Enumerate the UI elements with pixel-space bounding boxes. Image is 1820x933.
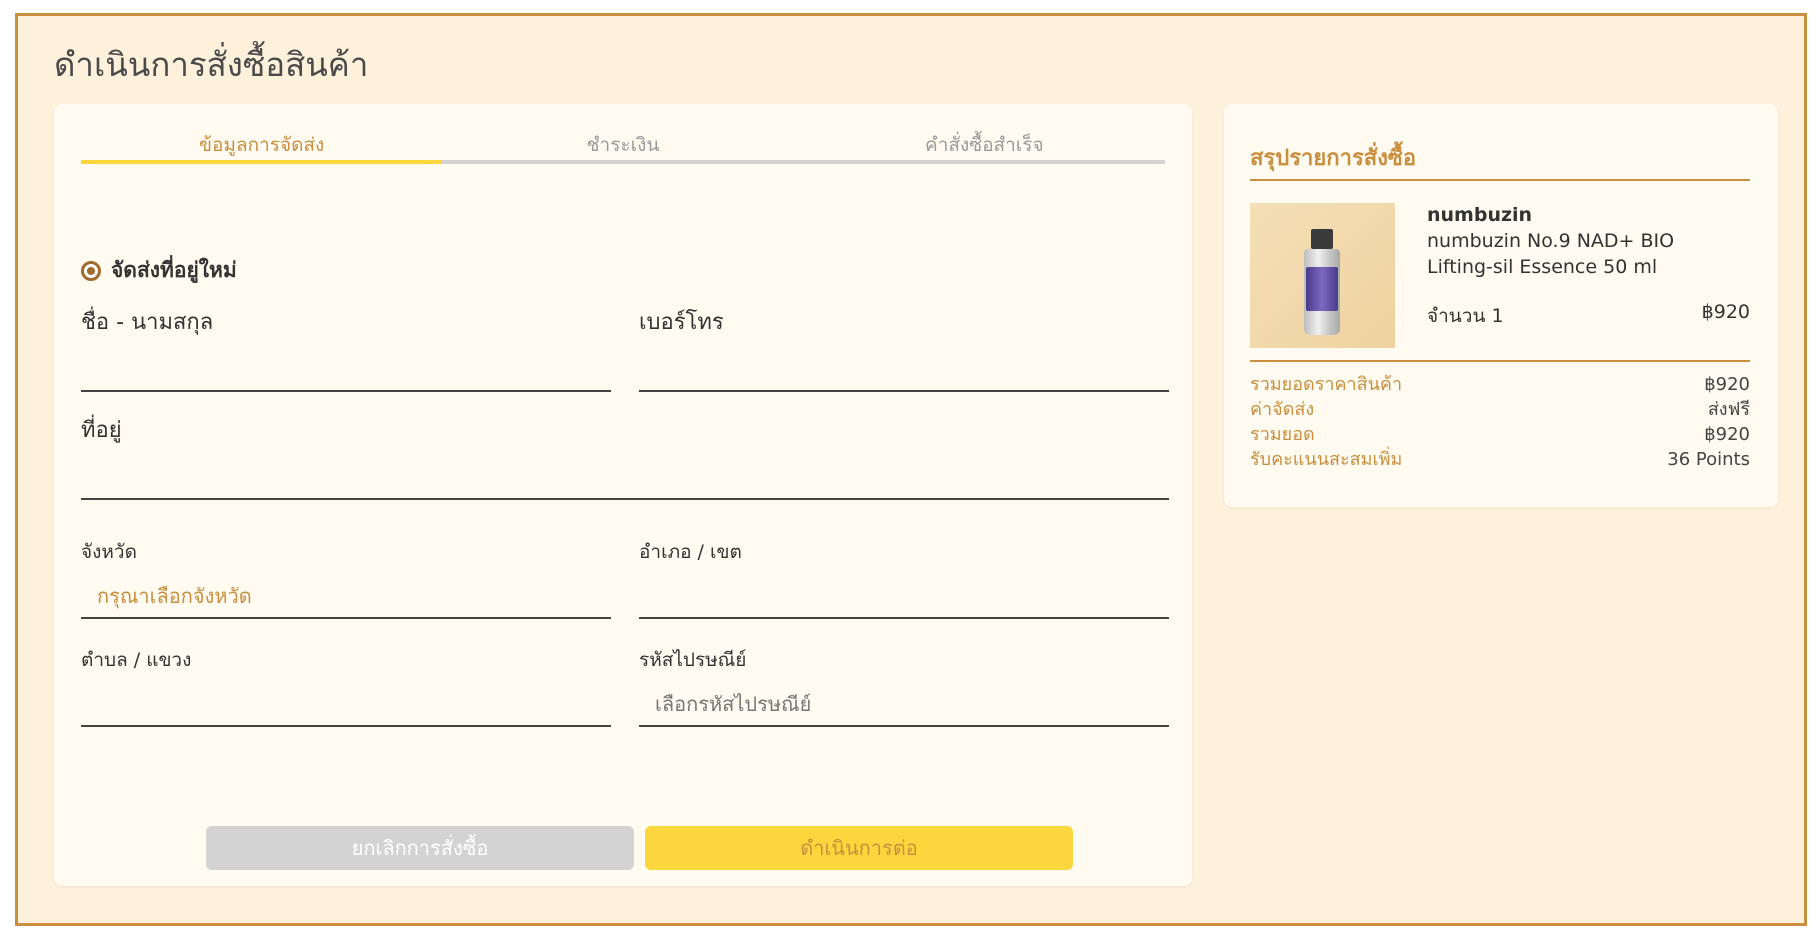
step-progress-bar (81, 160, 443, 164)
total-row-grand-total: รวมยอด ฿920 (1250, 422, 1750, 447)
checkout-steps: ข้อมูลการจัดส่ง ชำระเงิน คำสั่งซื้อสำเร็… (81, 124, 1165, 164)
new-address-label: จัดส่งที่อยู่ใหม่ (111, 258, 237, 282)
summary-title: สรุปรายการสั่งซื้อ (1250, 146, 1417, 171)
total-label: รวมยอดราคาสินค้า (1250, 374, 1403, 395)
name-field-group: ชื่อ - นามสกุล (81, 304, 611, 394)
total-label: ค่าจัดส่ง (1250, 399, 1315, 420)
summary-divider (1250, 179, 1750, 181)
total-row-points: รับคะแนนสะสมเพิ่ม 36 Points (1250, 447, 1750, 472)
total-value: 36 Points (1667, 449, 1750, 470)
total-row-shipping: ค่าจัดส่ง ส่งฟรี (1250, 397, 1750, 422)
phone-field-group: เบอร์โทร (639, 304, 1169, 394)
step-progress-bar (803, 160, 1165, 164)
new-address-option[interactable]: จัดส่งที่อยู่ใหม่ (81, 254, 237, 287)
step-payment[interactable]: ชำระเงิน (442, 124, 804, 164)
name-input[interactable] (81, 348, 611, 392)
step-label: คำสั่งซื้อสำเร็จ (924, 134, 1044, 156)
order-totals: รวมยอดราคาสินค้า ฿920 ค่าจัดส่ง ส่งฟรี ร… (1250, 372, 1750, 472)
product-price: ฿920 (1701, 301, 1750, 323)
step-complete[interactable]: คำสั่งซื้อสำเร็จ (803, 124, 1165, 164)
order-summary-card: สรุปรายการสั่งซื้อ numbuzin numbuzin No.… (1224, 104, 1778, 507)
province-label: จังหวัด (81, 541, 137, 563)
page-title: ดำเนินการสั่งซื้อสินค้า (54, 45, 369, 84)
bottle-label-shape (1306, 267, 1338, 311)
total-value: ฿920 (1704, 424, 1750, 445)
name-label: ชื่อ - นามสกุล (81, 310, 214, 335)
district-label: อำเภอ / เขต (639, 541, 742, 563)
checkout-page: ดำเนินการสั่งซื้อสินค้า ข้อมูลการจัดส่ง … (15, 13, 1807, 926)
postcode-select[interactable] (639, 683, 1169, 727)
total-value: ฿920 (1704, 374, 1750, 395)
product-brand: numbuzin (1427, 204, 1533, 226)
summary-divider (1250, 360, 1750, 362)
bottle-cap-shape (1311, 229, 1333, 249)
phone-label: เบอร์โทร (639, 310, 724, 335)
total-value: ส่งฟรี (1707, 399, 1750, 420)
product-quantity: จำนวน 1 (1427, 305, 1504, 327)
province-select[interactable] (81, 575, 611, 619)
postcode-field-group: รหัสไปรษณีย์ (639, 645, 1169, 729)
product-name: numbuzin No.9 NAD+ BIO Lifting-sil Essen… (1427, 230, 1675, 278)
phone-input[interactable] (639, 348, 1169, 392)
subdistrict-select[interactable] (81, 683, 611, 727)
address-field-group: ที่อยู่ (81, 412, 1169, 502)
step-progress-bar (442, 160, 804, 164)
step-label: ข้อมูลการจัดส่ง (199, 134, 325, 156)
radio-selected-icon[interactable] (81, 260, 101, 281)
shipping-form-card: ข้อมูลการจัดส่ง ชำระเงิน คำสั่งซื้อสำเร็… (54, 104, 1192, 886)
total-label: รับคะแนนสะสมเพิ่ม (1250, 449, 1403, 470)
step-shipping[interactable]: ข้อมูลการจัดส่ง (81, 124, 443, 164)
cancel-order-button[interactable]: ยกเลิกการสั่งซื้อ (206, 826, 634, 870)
product-image (1250, 203, 1395, 348)
address-input[interactable] (81, 456, 1169, 500)
total-row-subtotal: รวมยอดราคาสินค้า ฿920 (1250, 372, 1750, 397)
step-label: ชำระเงิน (586, 134, 660, 156)
subdistrict-field-group: ตำบล / แขวง (81, 645, 611, 729)
subdistrict-label: ตำบล / แขวง (81, 649, 192, 671)
district-field-group: อำเภอ / เขต (639, 537, 1169, 621)
address-label: ที่อยู่ (81, 418, 122, 443)
continue-button[interactable]: ดำเนินการต่อ (645, 826, 1073, 870)
province-field-group: จังหวัด (81, 537, 611, 621)
postcode-label: รหัสไปรษณีย์ (639, 649, 747, 671)
district-select[interactable] (639, 575, 1169, 619)
total-label: รวมยอด (1250, 424, 1315, 445)
